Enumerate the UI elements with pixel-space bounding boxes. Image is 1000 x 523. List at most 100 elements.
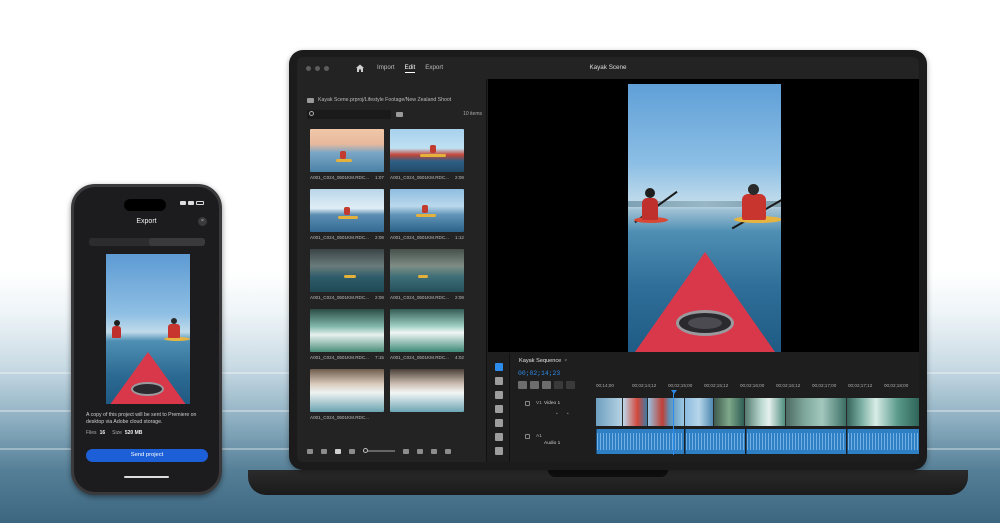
bin-icon[interactable] [396,111,403,117]
slip-icon[interactable] [495,419,503,427]
nest-icon[interactable] [518,381,527,389]
window-controls[interactable] [306,65,329,71]
clip-name: A001_C024_0501KM.RDC... [390,355,449,360]
home-icon[interactable] [355,63,365,73]
clip-item[interactable]: A001_C024_0501KM.RDC... 4:02 [390,309,464,369]
sort-icon[interactable] [403,448,409,454]
kayak-figure [416,214,436,217]
lock-icon[interactable] [525,401,530,406]
new-bin-icon[interactable] [417,448,423,454]
clip-duration: 2:08 [375,235,384,240]
slider-knob[interactable] [363,448,368,454]
kayak-figure [418,275,428,278]
track-controls[interactable]: • • [556,412,573,417]
clip-item[interactable]: A001_C024_0501KM.RDC... 1:07 [310,129,384,189]
video-clip[interactable] [714,398,744,426]
audio-clip[interactable] [847,429,919,454]
audio-clip[interactable] [596,429,684,454]
close-icon[interactable]: × [564,358,567,364]
time-ruler[interactable]: 00;14;00 00;02;14;12 00;02;15;00 00;02;1… [596,383,919,391]
kayak-figure [336,159,352,162]
playhead-timecode[interactable]: 00;02;14;23 [518,370,560,377]
marker-icon[interactable] [554,381,563,389]
track-select-icon[interactable] [495,391,503,399]
video-preview[interactable] [628,84,781,352]
clip-item[interactable]: A001_C024_0501KM.RDC... 2:08 [390,249,464,309]
tools-panel [488,353,510,462]
kayaker [642,198,658,220]
razor-icon[interactable] [495,405,503,413]
audio-waveform [686,433,745,450]
laptop-notch [548,470,668,477]
clip-item[interactable]: A001_C024_0501KM.RDC... 2:08 [390,129,464,189]
kayak-hatch [131,382,164,396]
clip-item[interactable] [390,369,464,429]
grid-view-icon[interactable] [335,448,341,454]
lock-icon[interactable] [525,434,530,439]
segment-selected[interactable] [149,238,205,246]
thumbnail-size-slider[interactable] [363,448,395,454]
close-button[interactable]: × [198,217,207,226]
close-window-button[interactable] [306,65,311,71]
selection-tool-icon[interactable] [495,363,503,371]
playhead[interactable] [673,393,674,455]
tab-sequence[interactable]: Kayak Sequence × [519,358,567,364]
pencil-icon[interactable] [307,448,313,454]
clip-item[interactable]: A001_C024_0501KM.RDC... 2:08 [310,189,384,249]
clip-thumbnail [390,309,464,352]
maximize-window-button[interactable] [324,65,329,71]
video-track[interactable] [596,398,919,426]
program-monitor [488,79,919,352]
search-input[interactable] [307,109,391,119]
menu-export[interactable]: Export [425,64,443,73]
video-track-header: V1 Video 1 • • [516,396,596,426]
audio-track[interactable] [596,429,919,454]
ruler-tick: 00;02;16;00 [740,383,765,388]
menu-import[interactable]: Import [377,64,395,73]
minimize-window-button[interactable] [315,65,320,71]
video-clip[interactable] [685,398,713,426]
kayak-bow [109,352,187,404]
ripple-edit-icon[interactable] [495,377,503,385]
menu-edit[interactable]: Edit [404,64,416,73]
pen-icon[interactable] [495,433,503,441]
timeline-toolbar [518,381,575,389]
timeline-panel: Kayak Sequence × 00;02;14;23 00;14;00 00… [488,353,919,462]
linked-selection-icon[interactable] [542,381,551,389]
video-clip[interactable] [623,398,647,426]
new-item-icon[interactable] [431,448,437,454]
snap-icon[interactable] [530,381,539,389]
playhead-handle[interactable] [671,390,677,394]
list-view-icon[interactable] [321,448,327,454]
clip-name: A001_C024_0501KM.RDC... [390,175,449,180]
clip-item[interactable]: A001_C024_0501KM.RDC... [310,369,384,429]
clip-item[interactable]: A001_C024_0501KM.RDC... 7:15 [310,309,384,369]
clip-name: A001_C024_0501KM.RDC... [310,355,369,360]
delete-icon[interactable] [445,448,451,454]
wrench-icon[interactable] [566,381,575,389]
clip-item[interactable]: A001_C024_0501KM.RDC... 2:08 [310,249,384,309]
kayaker-figure [340,151,346,159]
track-id: A1 [536,434,542,439]
export-segmented-control[interactable] [89,238,205,246]
ruler-tick: 00;02;15;12 [704,383,729,388]
send-project-button[interactable]: Send project [86,449,208,462]
audio-clip[interactable] [685,429,745,454]
track-id: V1 [536,401,542,406]
hand-icon[interactable] [495,447,503,455]
video-clip[interactable] [847,398,919,426]
clip-name: A001_C024_0501KM.RDC... [310,175,369,180]
export-meta: Files 16 Size 520 MB [86,430,146,436]
audio-clip[interactable] [746,429,846,454]
video-clip[interactable] [745,398,785,426]
clip-thumbnail [390,129,464,172]
project-breadcrumb[interactable]: Kayak Scene.prproj/Lifestyle Footage/New… [307,97,451,103]
video-clip[interactable] [596,398,622,426]
freeform-view-icon[interactable] [349,448,355,454]
clip-name: A001_C024_0501KM.RDC... [390,235,449,240]
ruler-tick: 00;02;14;12 [632,383,657,388]
kayaker-head [114,320,120,326]
clip-item[interactable]: A001_C024_0501KM.RDC... 1:12 [390,189,464,249]
video-clip[interactable] [648,398,684,426]
video-clip[interactable] [786,398,846,426]
